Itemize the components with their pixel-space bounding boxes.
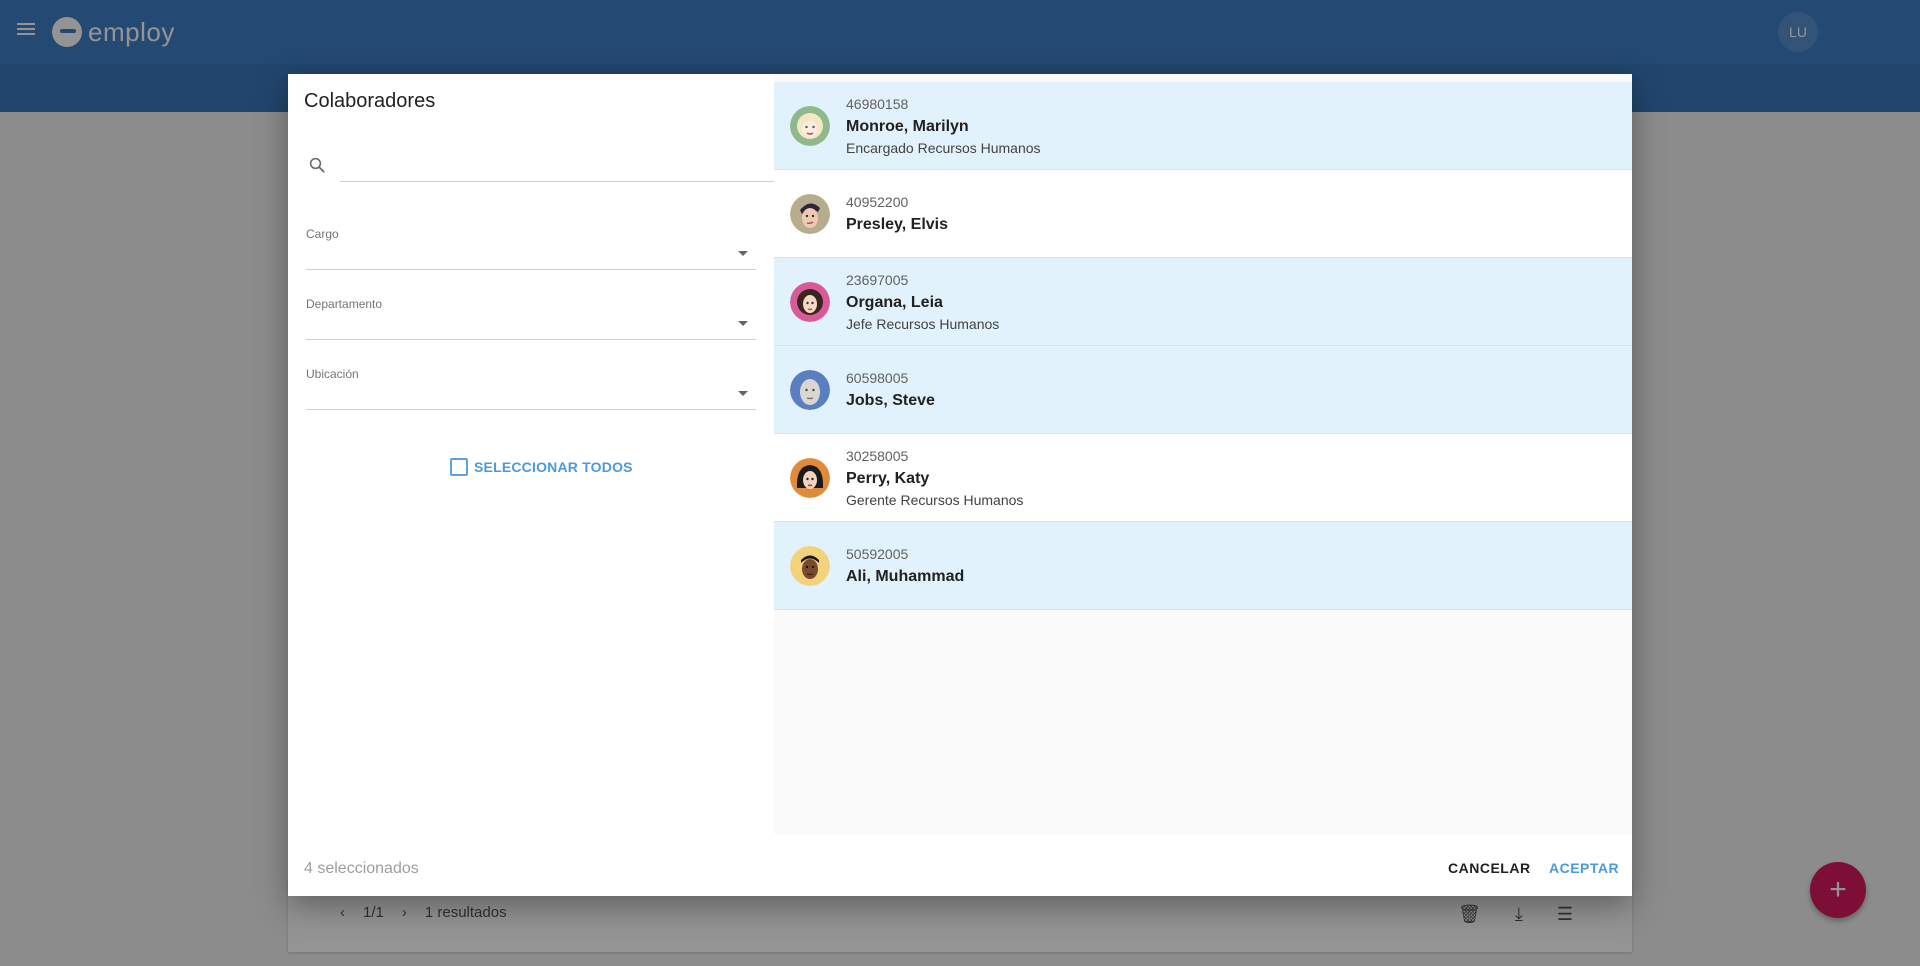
employee-id: 46980158 xyxy=(846,96,909,112)
filter-panel: Colaboradores Cargo Departamento Ubicaci… xyxy=(288,74,792,834)
select-all-label[interactable]: SELECCIONAR TODOS xyxy=(474,459,633,475)
face-icon xyxy=(790,458,830,498)
face-icon xyxy=(790,546,830,586)
cargo-underline xyxy=(306,269,756,270)
chevron-down-icon xyxy=(738,321,748,326)
accept-button[interactable]: ACEPTAR xyxy=(1549,860,1619,876)
face-icon xyxy=(790,370,830,410)
ubicacion-select[interactable]: Ubicación xyxy=(306,367,756,411)
employee-name: Jobs, Steve xyxy=(846,392,935,409)
chevron-down-icon xyxy=(738,391,748,396)
employee-id: 40952200 xyxy=(846,194,909,210)
search-row xyxy=(304,150,792,182)
departamento-label: Departamento xyxy=(306,297,383,311)
employee-name: Monroe, Marilyn xyxy=(846,118,969,135)
search-underline xyxy=(340,181,792,182)
employee-id: 60598005 xyxy=(846,370,909,386)
select-all-toggle[interactable]: SELECCIONAR TODOS xyxy=(450,458,633,476)
chevron-down-icon xyxy=(738,251,748,256)
select-all-checkbox[interactable] xyxy=(450,458,468,476)
face-icon xyxy=(790,106,830,146)
employee-name: Presley, Elvis xyxy=(846,216,948,233)
cancel-button[interactable]: CANCELAR xyxy=(1448,860,1531,876)
avatar xyxy=(790,106,830,146)
employee-row-presley[interactable]: 40952200 Presley, Elvis xyxy=(774,170,1632,258)
ubicacion-underline xyxy=(306,409,756,410)
employee-row-monroe[interactable]: 46980158 Monroe, Marilyn Encargado Recur… xyxy=(774,82,1632,170)
employee-id: 23697005 xyxy=(846,272,909,288)
employee-id: 30258005 xyxy=(846,448,909,464)
cargo-select[interactable]: Cargo xyxy=(306,227,756,271)
face-icon xyxy=(790,194,830,234)
departamento-select[interactable]: Departamento xyxy=(306,297,756,341)
employee-row-ali[interactable]: 50592005 Ali, Muhammad xyxy=(774,522,1632,610)
avatar xyxy=(790,370,830,410)
employee-row-perry[interactable]: 30258005 Perry, Katy Gerente Recursos Hu… xyxy=(774,434,1632,522)
collaborators-dialog: Colaboradores Cargo Departamento Ubicaci… xyxy=(288,74,1632,896)
employee-role: Encargado Recursos Humanos xyxy=(846,140,1041,156)
employee-role: Jefe Recursos Humanos xyxy=(846,316,1000,332)
face-icon xyxy=(790,282,830,322)
employee-row-jobs[interactable]: 60598005 Jobs, Steve xyxy=(774,346,1632,434)
selected-count: 4 seleccionados xyxy=(304,860,419,877)
cargo-label: Cargo xyxy=(306,227,339,241)
dialog-title: Colaboradores xyxy=(304,90,436,112)
employee-list: 46980158 Monroe, Marilyn Encargado Recur… xyxy=(774,74,1632,834)
employee-row-organa[interactable]: 23697005 Organa, Leia Jefe Recursos Huma… xyxy=(774,258,1632,346)
departamento-underline xyxy=(306,339,756,340)
avatar xyxy=(790,194,830,234)
employee-name: Organa, Leia xyxy=(846,294,943,311)
employee-name: Ali, Muhammad xyxy=(846,568,965,585)
employee-name: Perry, Katy xyxy=(846,470,930,487)
avatar xyxy=(790,546,830,586)
search-icon xyxy=(309,157,325,173)
avatar xyxy=(790,458,830,498)
avatar xyxy=(790,282,830,322)
ubicacion-label: Ubicación xyxy=(306,367,359,381)
employee-id: 50592005 xyxy=(846,546,909,562)
search-input[interactable] xyxy=(340,150,792,180)
employee-role: Gerente Recursos Humanos xyxy=(846,492,1024,508)
